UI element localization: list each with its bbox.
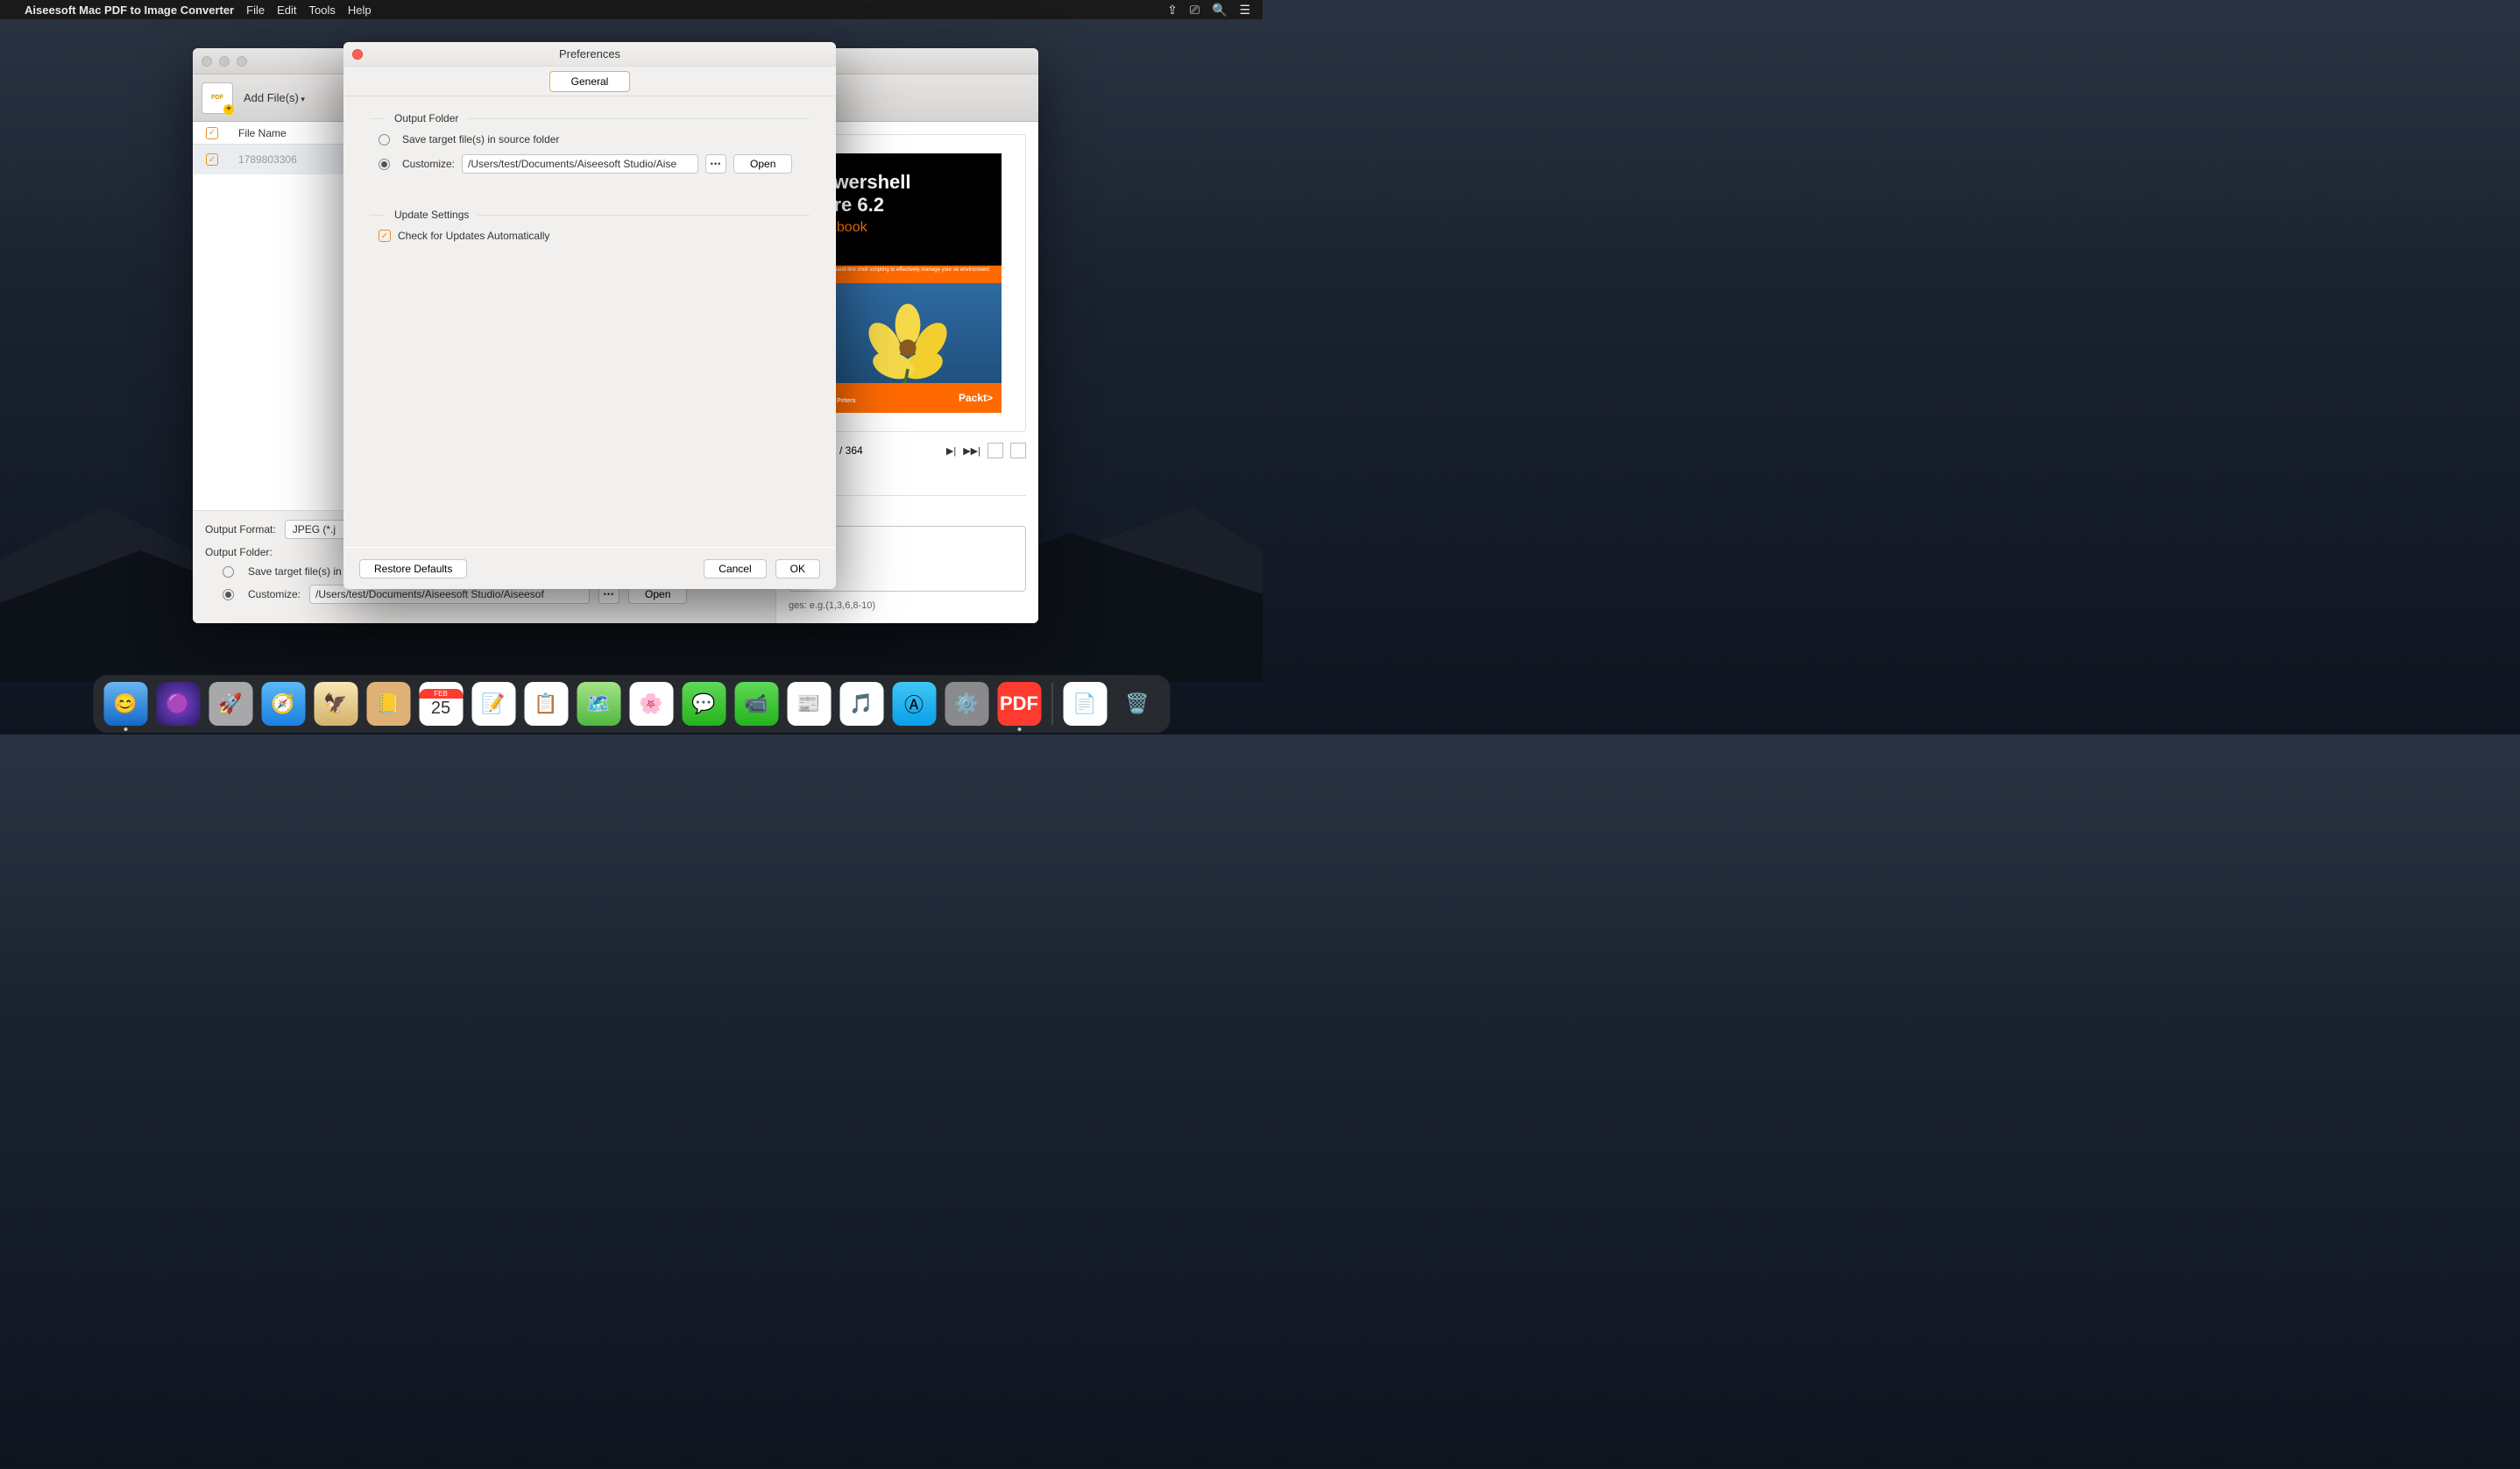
next-page-icon[interactable]: ▶| — [946, 445, 956, 457]
minimize-button[interactable] — [219, 56, 230, 67]
file-name-cell: 1789803306 — [231, 153, 297, 166]
reminders-icon[interactable]: 📋 — [524, 682, 568, 726]
displays-icon[interactable]: ⎚ — [1190, 3, 1200, 18]
column-filename[interactable]: File Name — [231, 127, 287, 139]
calendar-day: 25 — [431, 699, 450, 719]
page-total: / 364 — [839, 444, 863, 457]
cancel-button[interactable]: Cancel — [704, 559, 766, 578]
status-icon[interactable]: ⇪ — [1167, 3, 1178, 18]
maps-icon[interactable]: 🗺️ — [577, 682, 620, 726]
check-updates-label: Check for Updates Automatically — [398, 230, 549, 242]
book-title-2: ore 6.2 — [822, 194, 993, 216]
radio-save-source-label: Save target file(s) in — [248, 565, 342, 578]
calendar-month: FEB — [419, 689, 463, 699]
update-settings-section: Update Settings — [394, 209, 469, 221]
select-all-checkbox[interactable] — [206, 127, 218, 139]
book-subtitle: okbook — [822, 220, 993, 236]
prefs-radio-customize-label: Customize: — [402, 158, 455, 170]
contacts-icon[interactable]: 📒 — [366, 682, 410, 726]
settings-icon[interactable]: ⚙️ — [945, 682, 988, 726]
radio-customize-label: Customize: — [248, 588, 301, 600]
radio-customize[interactable] — [223, 589, 234, 600]
prefs-radio-customize[interactable] — [379, 159, 390, 170]
menu-help[interactable]: Help — [348, 4, 372, 17]
pdf-preview-image: owershell ore 6.2 okbook e command-line … — [813, 153, 1002, 413]
menu-tools[interactable]: Tools — [308, 4, 335, 17]
appstore-icon[interactable]: Ⓐ — [892, 682, 936, 726]
news-icon[interactable]: 📰 — [787, 682, 831, 726]
view-mode-2-icon[interactable] — [1010, 443, 1026, 458]
notes-icon[interactable]: 📝 — [471, 682, 515, 726]
dock-separator — [1051, 683, 1052, 725]
prefs-radio-save-source[interactable] — [379, 134, 390, 145]
radio-save-source[interactable] — [223, 566, 234, 578]
check-updates-checkbox[interactable] — [379, 230, 391, 242]
system-menubar: Aiseesoft Mac PDF to Image Converter Fil… — [0, 0, 1263, 19]
photos-icon[interactable]: 🌸 — [629, 682, 673, 726]
prefs-footer: Restore Defaults Cancel OK — [343, 547, 836, 589]
pdf-converter-icon[interactable]: PDF — [997, 682, 1041, 726]
music-icon[interactable]: 🎵 — [839, 682, 883, 726]
menu-edit[interactable]: Edit — [277, 4, 296, 17]
publisher-logo: Packt> — [959, 392, 993, 404]
output-format-label: Output Format: — [205, 523, 276, 536]
output-folder-label: Output Folder: — [205, 546, 273, 558]
file-checkbox[interactable] — [206, 153, 218, 166]
page-range-hint: ges: e.g.(1,3,6,8-10) — [789, 600, 1026, 611]
calendar-icon[interactable]: FEB 25 — [419, 682, 463, 726]
messages-icon[interactable]: 💬 — [682, 682, 726, 726]
ok-button[interactable]: OK — [775, 559, 820, 578]
mail-icon[interactable]: 🦅 — [314, 682, 357, 726]
book-title-1: owershell — [822, 171, 993, 194]
book-tagline: e command-line shell scripting to effect… — [813, 266, 1002, 283]
launchpad-icon[interactable]: 🚀 — [209, 682, 252, 726]
dock-document-icon[interactable]: 📄 — [1063, 682, 1107, 726]
last-page-icon[interactable]: ▶▶| — [963, 445, 980, 457]
prefs-close-button[interactable] — [352, 49, 363, 60]
zoom-button[interactable] — [237, 56, 247, 67]
dock[interactable]: 😊 🟣 🚀 🧭 🦅 📒 FEB 25 📝 📋 🗺️ 🌸 💬 📹 📰 🎵 Ⓐ ⚙️… — [93, 675, 1170, 733]
prefs-radio-save-source-label: Save target file(s) in source folder — [402, 133, 559, 145]
trash-icon[interactable]: 🗑️ — [1115, 682, 1159, 726]
facetime-icon[interactable]: 📹 — [734, 682, 778, 726]
app-name[interactable]: Aiseesoft Mac PDF to Image Converter — [25, 4, 234, 17]
spotlight-icon[interactable]: 🔍 — [1212, 3, 1227, 18]
restore-defaults-button[interactable]: Restore Defaults — [359, 559, 467, 578]
prefs-title: Preferences — [559, 47, 620, 60]
menu-file[interactable]: File — [246, 4, 265, 17]
tab-general[interactable]: General — [549, 71, 631, 92]
finder-icon[interactable]: 😊 — [103, 682, 147, 726]
close-button[interactable] — [202, 56, 212, 67]
prefs-tabs: General — [343, 67, 836, 96]
prefs-open-button[interactable]: Open — [733, 154, 792, 174]
output-format-select[interactable]: JPEG (*.j — [285, 520, 346, 539]
output-folder-section: Output Folder — [394, 112, 458, 124]
prefs-body: Output Folder Save target file(s) in sou… — [343, 96, 836, 547]
control-center-icon[interactable]: ☰ — [1239, 3, 1250, 18]
siri-icon[interactable]: 🟣 — [156, 682, 200, 726]
view-mode-1-icon[interactable] — [987, 443, 1003, 458]
prefs-browse-button[interactable]: ••• — [705, 154, 726, 174]
add-file-icon[interactable] — [202, 82, 233, 114]
safari-icon[interactable]: 🧭 — [261, 682, 305, 726]
prefs-customize-path[interactable]: /Users/test/Documents/Aiseesoft Studio/A… — [462, 154, 698, 174]
prefs-titlebar[interactable]: Preferences — [343, 42, 836, 67]
preferences-dialog: Preferences General Output Folder Save t… — [343, 42, 836, 589]
add-file-button[interactable]: Add File(s) — [244, 91, 305, 104]
